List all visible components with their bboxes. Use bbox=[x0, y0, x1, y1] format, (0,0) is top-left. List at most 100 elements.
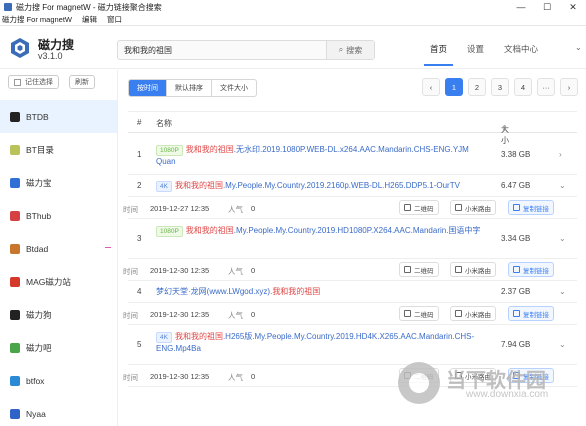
chevron-down-icon[interactable]: ⌄ bbox=[559, 234, 566, 243]
copy-icon bbox=[513, 310, 520, 317]
page-button[interactable]: 2 bbox=[468, 78, 486, 96]
sidebar-item-label: 磁力吧 bbox=[26, 342, 52, 353]
table-row[interactable]: 3 1080P 我和我的祖国.My.People.My.Country.2019.H… bbox=[128, 219, 577, 259]
btdb-icon bbox=[10, 111, 20, 122]
cilidog-icon bbox=[10, 309, 20, 320]
table-row[interactable]: 4 梦幻天堂·龙网(www.LWgod.xyz).我和我的祖国 2.37 GB ⌄ bbox=[128, 281, 577, 303]
page-button[interactable]: 4 bbox=[514, 78, 532, 96]
menu-edit[interactable]: 编辑 bbox=[82, 14, 97, 25]
table-row[interactable]: 1 1080P 我和我的祖国.无水印.2019.1080P.WEB-DL.x264.… bbox=[128, 135, 577, 175]
name-rest: .My.People.My.Country.2019.HD1080P.X264.… bbox=[233, 226, 481, 235]
next-page-button[interactable]: › bbox=[560, 78, 578, 96]
sidebar-item[interactable]: Nyaa bbox=[0, 397, 117, 426]
nav-docs[interactable]: 文档中心 bbox=[504, 43, 538, 55]
name-keyword-highlight: 我和我的祖国 bbox=[272, 287, 321, 296]
header: 磁力搜 v3.1.0 ⌕ 搜索 首页 设置 文档中心 ⌄ bbox=[0, 27, 586, 69]
file-size: 3.34 GB bbox=[501, 234, 531, 243]
refresh-button[interactable]: 刷新 bbox=[69, 75, 95, 89]
nav-home[interactable]: 首页 bbox=[423, 43, 454, 66]
sidebar-item[interactable]: Btdad bbox=[0, 232, 117, 265]
menu-app[interactable]: 磁力搜 For magnetW bbox=[2, 14, 72, 25]
page-button[interactable]: 3 bbox=[491, 78, 509, 96]
sidebar-item-label: BThub bbox=[26, 210, 52, 221]
qr-code-button[interactable]: 二维码 bbox=[399, 306, 439, 321]
copy-link-button[interactable]: 复制链接 bbox=[508, 200, 554, 215]
minimize-button[interactable]: — bbox=[508, 0, 534, 14]
chevron-down-icon[interactable]: ⌄ bbox=[559, 287, 566, 296]
title-bar: 磁力搜 For magnetW - 磁力链接聚合搜索 — ☐ ✕ bbox=[0, 0, 586, 14]
sidebar-item[interactable]: BTDB bbox=[0, 100, 117, 133]
xiaomi-router-button[interactable]: 小米路由 bbox=[450, 200, 496, 215]
table-row[interactable]: 5 4K 我和我的祖国.H265版.My.People.My.Country.201… bbox=[128, 325, 577, 365]
search-button[interactable]: ⌕ 搜索 bbox=[326, 41, 374, 59]
table-row[interactable]: 2 4K 我和我的祖国.My.People.My.Country.2019.2160… bbox=[128, 175, 577, 197]
nav-settings[interactable]: 设置 bbox=[467, 43, 484, 55]
qr-code-button[interactable]: 二维码 bbox=[399, 200, 439, 215]
xiaomi-router-button-label: 小米路由 bbox=[465, 205, 491, 213]
qr-code-button[interactable]: 二维码 bbox=[399, 262, 439, 277]
window-title: 磁力搜 For magnetW - 磁力链接聚合搜索 bbox=[16, 2, 162, 12]
sort-by-size[interactable]: 文件大小 bbox=[212, 80, 256, 96]
sidebar-item[interactable]: 磁力狗 bbox=[0, 298, 117, 331]
sidebar-item[interactable]: 磁力宝 bbox=[0, 166, 117, 199]
sidebar-item[interactable]: BThub bbox=[0, 199, 117, 232]
page-button[interactable]: 1 bbox=[445, 78, 463, 96]
time-label: 时间 bbox=[123, 267, 138, 276]
divider-mark bbox=[105, 247, 111, 248]
name-keyword-highlight: 我和我的祖国 bbox=[174, 181, 223, 190]
chevron-right-icon[interactable]: › bbox=[559, 150, 562, 159]
chevron-down-icon[interactable]: ⌄ bbox=[559, 181, 566, 190]
xiaomi-router-button[interactable]: 小米路由 bbox=[450, 262, 496, 277]
quality-badge: 4K bbox=[156, 181, 172, 192]
watermark-logo-icon bbox=[398, 362, 440, 404]
bthub-icon bbox=[10, 210, 20, 221]
hot-label: 人气 bbox=[228, 311, 243, 320]
time-label: 时间 bbox=[123, 205, 138, 214]
row-meta: 时间 2019-12-30 12:35 人气 0 二维码 小米路由 复制链接 bbox=[123, 259, 577, 281]
copy-link-button-label: 复制链接 bbox=[523, 311, 549, 319]
sort-by-time[interactable]: 按时间 bbox=[129, 80, 167, 96]
sidebar-item-label: 磁力狗 bbox=[26, 309, 52, 320]
magnet-logo-icon bbox=[11, 38, 29, 58]
hot-label: 人气 bbox=[228, 267, 243, 276]
table-header: # 名称 大小 ⇕ bbox=[128, 111, 577, 145]
sidebar-item[interactable]: btfox bbox=[0, 364, 117, 397]
copy-link-button[interactable]: 复制链接 bbox=[508, 306, 554, 321]
app-icon bbox=[4, 3, 12, 11]
remember-selection-checkbox[interactable]: 记住选择 bbox=[8, 75, 59, 89]
row-index: 1 bbox=[137, 150, 142, 159]
row-meta: 时间 2019-12-27 12:35 人气 0 二维码 小米路由 复制链接 bbox=[123, 197, 577, 219]
app-version: v3.1.0 bbox=[38, 51, 63, 61]
result-name-link[interactable]: 4K 我和我的祖国.H265版.My.People.My.Country.2019… bbox=[156, 331, 486, 355]
maximize-button[interactable]: ☐ bbox=[534, 0, 560, 14]
sidebar-item-label: MAG磁力站 bbox=[26, 276, 71, 287]
search-input[interactable] bbox=[124, 43, 324, 57]
result-name-link[interactable]: 1080P 我和我的祖国.无水印.2019.1080P.WEB-DL.x264.A… bbox=[156, 144, 486, 168]
router-icon bbox=[455, 204, 462, 211]
xiaomi-router-button[interactable]: 小米路由 bbox=[450, 306, 496, 321]
file-size: 6.47 GB bbox=[501, 181, 531, 190]
sidebar-item[interactable]: BT目录 bbox=[0, 133, 117, 166]
ciliba-icon bbox=[10, 342, 20, 353]
nyaa-icon bbox=[10, 408, 20, 419]
menu-bar: 磁力搜 For magnetW 编辑 窗口 bbox=[0, 14, 586, 26]
qr-code-button-label: 二维码 bbox=[414, 205, 434, 213]
result-name-link[interactable]: 梦幻天堂·龙网(www.LWgod.xyz).我和我的祖国 bbox=[156, 286, 486, 298]
hot-count: 0 bbox=[251, 310, 256, 319]
result-name-link[interactable]: 4K 我和我的祖国.My.People.My.Country.2019.2160p… bbox=[156, 180, 486, 192]
menu-window[interactable]: 窗口 bbox=[107, 14, 122, 25]
copy-link-button[interactable]: 复制链接 bbox=[508, 262, 554, 277]
upload-time: 2019-12-27 12:35 bbox=[150, 204, 210, 213]
chevron-down-icon[interactable]: ⌄ bbox=[559, 340, 566, 349]
result-name-link[interactable]: 1080P 我和我的祖国.My.People.My.Country.2019.HD… bbox=[156, 225, 486, 237]
sort-default[interactable]: 默认排序 bbox=[167, 80, 212, 96]
more-pages-button[interactable]: ··· bbox=[537, 78, 555, 96]
hot-label: 人气 bbox=[228, 205, 243, 214]
copy-icon bbox=[513, 204, 520, 211]
close-button[interactable]: ✕ bbox=[560, 0, 586, 14]
file-size: 7.94 GB bbox=[501, 340, 531, 349]
sidebar-item[interactable]: 磁力吧 bbox=[0, 331, 117, 364]
sidebar-item[interactable]: MAG磁力站 bbox=[0, 265, 117, 298]
prev-page-button[interactable]: ‹ bbox=[422, 78, 440, 96]
chevron-down-icon[interactable]: ⌄ bbox=[575, 43, 582, 52]
